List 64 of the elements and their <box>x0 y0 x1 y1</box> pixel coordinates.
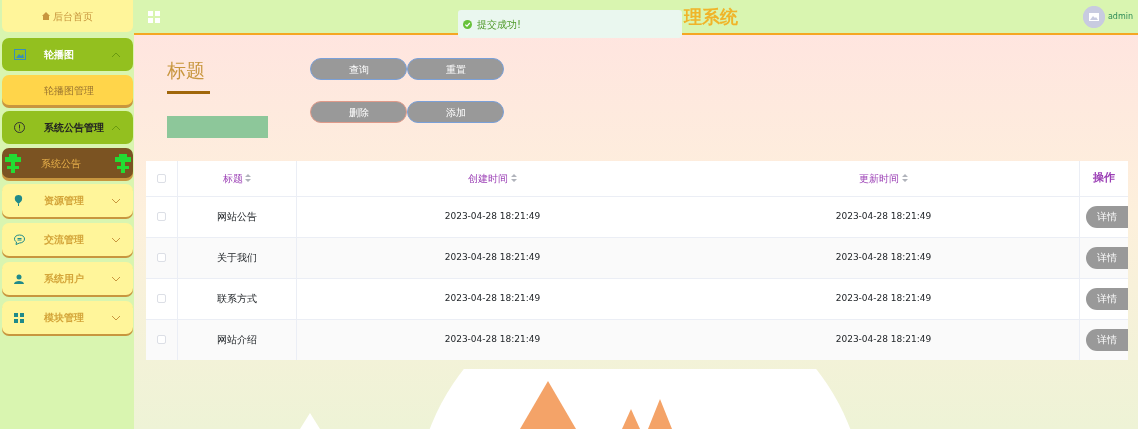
tree-icon <box>4 153 21 173</box>
username[interactable]: admin <box>1107 10 1133 23</box>
page-heading: 标题 <box>167 58 206 83</box>
home-icon <box>42 12 51 20</box>
chevron-down-icon <box>111 236 121 243</box>
column-header: 更新时间 <box>859 171 900 186</box>
action-button[interactable]: 重置 <box>407 58 504 80</box>
chevron-down-icon <box>111 197 121 204</box>
check-icon <box>463 19 472 29</box>
action-button[interactable]: 删除 <box>310 101 407 124</box>
chevron-up-icon <box>111 51 121 58</box>
chevron-down-icon <box>111 314 121 321</box>
detail-button[interactable]: 详情 <box>1086 287 1128 310</box>
user-icon <box>14 273 24 284</box>
menu-icon[interactable] <box>148 10 160 23</box>
info-icon <box>14 122 25 133</box>
action-button[interactable]: 添加 <box>407 101 504 124</box>
table-cell-text: 2023-04-28 18:21:49 <box>835 332 932 346</box>
table-cell-text: 网站介绍 <box>217 333 257 347</box>
table-cell-text: 2023-04-28 18:21:49 <box>835 250 932 264</box>
sidebar-menu-item[interactable]: 系统用户 <box>2 262 133 295</box>
sort-icon[interactable] <box>901 174 908 182</box>
detail-button[interactable]: 详情 <box>1086 246 1128 269</box>
home-menu-item[interactable]: 后台首页 <box>2 0 133 32</box>
chevron-down-icon <box>111 275 121 282</box>
success-toast: 提交成功! <box>458 10 682 38</box>
tree-icon <box>114 153 131 173</box>
avatar-icon[interactable] <box>1083 5 1106 28</box>
sidebar-menu-item[interactable]: 模块管理 <box>2 301 133 334</box>
table-cell-text: 2023-04-28 18:21:49 <box>835 209 932 223</box>
table-cell-text: 关于我们 <box>217 251 257 265</box>
table-cell-text: 网站公告 <box>217 210 257 224</box>
table-cell-text: 2023-04-28 18:21:49 <box>835 291 932 305</box>
table-cell-text: 2023-04-28 18:21:49 <box>444 291 541 305</box>
row-checkbox[interactable] <box>157 294 166 303</box>
column-header: 创建时间 <box>468 171 509 186</box>
table-cell-text: 2023-04-28 18:21:49 <box>444 209 541 223</box>
chat-icon <box>14 234 25 245</box>
sidebar-menu-item[interactable]: 系统公告管理 <box>2 111 133 144</box>
sort-icon[interactable] <box>245 174 252 182</box>
detail-button[interactable]: 详情 <box>1086 205 1128 228</box>
column-header: 标题 <box>222 171 243 186</box>
detail-button[interactable]: 详情 <box>1086 328 1128 351</box>
column-header: 操作 <box>1093 169 1115 186</box>
table-cell-text: 2023-04-28 18:21:49 <box>444 332 541 346</box>
sidebar-menu-item[interactable]: 轮播图 <box>2 38 133 71</box>
sidebar-subitem[interactable]: 轮播图管理 <box>2 75 133 105</box>
input-field[interactable] <box>167 115 268 138</box>
sidebar-subitem[interactable]: 系统公告 <box>2 148 133 178</box>
action-button[interactable]: 查询 <box>310 58 407 80</box>
app-title: 理系统 <box>684 5 738 29</box>
row-checkbox[interactable] <box>157 212 166 221</box>
sort-icon[interactable] <box>510 174 517 182</box>
select-all-checkbox[interactable] <box>157 173 166 183</box>
table-cell-text: 联系方式 <box>217 292 257 306</box>
sidebar-menu-item[interactable]: 交流管理 <box>2 223 133 256</box>
chevron-up-icon <box>111 124 121 131</box>
table-cell-text: 2023-04-28 18:21:49 <box>444 250 541 264</box>
sidebar-menu-item[interactable]: 资源管理 <box>2 184 133 217</box>
picture-icon <box>14 49 26 60</box>
row-checkbox[interactable] <box>157 335 166 344</box>
row-checkbox[interactable] <box>157 253 166 262</box>
balloon-icon <box>14 195 23 206</box>
grid-icon <box>14 312 24 323</box>
